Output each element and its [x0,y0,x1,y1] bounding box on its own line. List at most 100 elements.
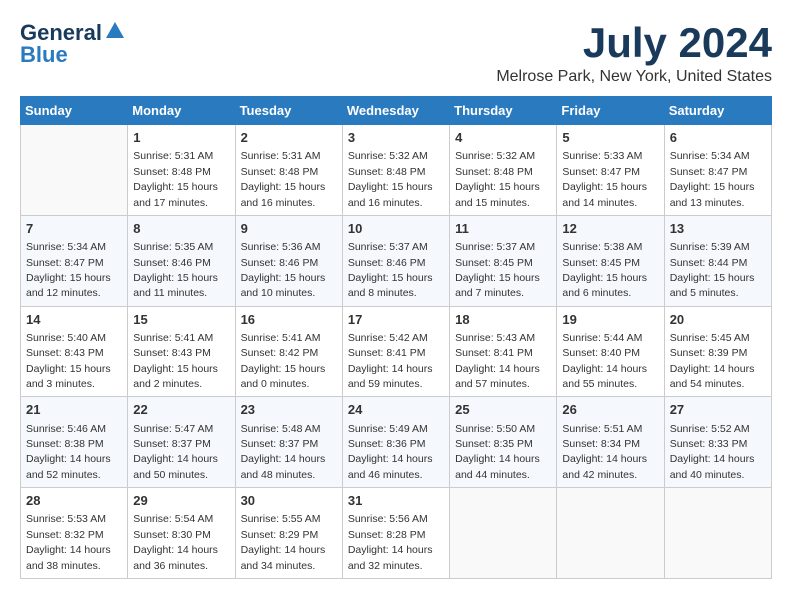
day-number: 17 [348,311,444,329]
calendar-cell: 18 Sunrise: 5:43 AMSunset: 8:41 PMDayligh… [450,306,557,397]
day-number: 28 [26,492,122,510]
calendar-cell: 15 Sunrise: 5:41 AMSunset: 8:43 PMDayligh… [128,306,235,397]
calendar-cell: 5 Sunrise: 5:33 AMSunset: 8:47 PMDaylight… [557,125,664,216]
calendar-cell: 27Sunrise: 5:52 AMSunset: 8:33 PMDayligh… [664,397,771,488]
logo-blue: Blue [20,42,68,68]
calendar-cell: 17 Sunrise: 5:42 AMSunset: 8:41 PMDayligh… [342,306,449,397]
day-info: Sunrise: 5:50 AMSunset: 8:35 PMDaylight:… [455,423,540,481]
calendar-cell: 9Sunrise: 5:36 AMSunset: 8:46 PMDaylight… [235,215,342,306]
day-number: 19 [562,311,658,329]
day-info: Sunrise: 5:37 AMSunset: 8:45 PMDaylight:… [455,241,540,299]
day-info: Sunrise: 5:46 AMSunset: 8:38 PMDaylight:… [26,423,111,481]
day-number: 23 [241,401,337,419]
day-number: 16 [241,311,337,329]
calendar-week-4: 21 Sunrise: 5:46 AMSunset: 8:38 PMDayligh… [21,397,772,488]
day-number: 2 [241,129,337,147]
calendar-week-1: 1Sunrise: 5:31 AMSunset: 8:48 PMDaylight… [21,125,772,216]
calendar-week-5: 28Sunrise: 5:53 AMSunset: 8:32 PMDayligh… [21,488,772,579]
day-info: Sunrise: 5:55 AMSunset: 8:29 PMDaylight:… [241,513,326,571]
calendar-week-3: 14Sunrise: 5:40 AMSunset: 8:43 PMDayligh… [21,306,772,397]
calendar-cell: 4 Sunrise: 5:32 AMSunset: 8:48 PMDaylight… [450,125,557,216]
day-info: Sunrise: 5:42 AMSunset: 8:41 PMDaylight:… [348,332,433,390]
day-info: Sunrise: 5:31 AMSunset: 8:48 PMDaylight:… [241,150,326,208]
day-info: Sunrise: 5:40 AMSunset: 8:43 PMDaylight:… [26,332,111,390]
day-number: 8 [133,220,229,238]
calendar-table: SundayMondayTuesdayWednesdayThursdayFrid… [20,96,772,579]
day-number: 4 [455,129,551,147]
calendar-week-2: 7 Sunrise: 5:34 AMSunset: 8:47 PMDaylight… [21,215,772,306]
day-info: Sunrise: 5:52 AMSunset: 8:33 PMDaylight:… [670,423,755,481]
day-number: 18 [455,311,551,329]
calendar-cell: 8 Sunrise: 5:35 AMSunset: 8:46 PMDaylight… [128,215,235,306]
day-number: 29 [133,492,229,510]
day-info: Sunrise: 5:32 AMSunset: 8:48 PMDaylight:… [348,150,433,208]
location: Melrose Park, New York, United States [496,68,772,86]
calendar-cell: 31 Sunrise: 5:56 AMSunset: 8:28 PMDayligh… [342,488,449,579]
day-number: 5 [562,129,658,147]
day-info: Sunrise: 5:56 AMSunset: 8:28 PMDaylight:… [348,513,433,571]
header-day-friday: Friday [557,97,664,125]
calendar-cell: 29Sunrise: 5:54 AMSunset: 8:30 PMDayligh… [128,488,235,579]
title-block: July 2024 Melrose Park, New York, United… [496,20,772,86]
day-number: 6 [670,129,766,147]
day-info: Sunrise: 5:32 AMSunset: 8:48 PMDaylight:… [455,150,540,208]
day-info: Sunrise: 5:48 AMSunset: 8:37 PMDaylight:… [241,423,326,481]
day-number: 21 [26,401,122,419]
day-number: 22 [133,401,229,419]
calendar-cell: 11 Sunrise: 5:37 AMSunset: 8:45 PMDayligh… [450,215,557,306]
day-number: 10 [348,220,444,238]
day-info: Sunrise: 5:31 AMSunset: 8:48 PMDaylight:… [133,150,218,208]
day-info: Sunrise: 5:33 AMSunset: 8:47 PMDaylight:… [562,150,647,208]
day-number: 30 [241,492,337,510]
calendar-cell: 24 Sunrise: 5:49 AMSunset: 8:36 PMDayligh… [342,397,449,488]
calendar-cell: 30 Sunrise: 5:55 AMSunset: 8:29 PMDayligh… [235,488,342,579]
header-day-thursday: Thursday [450,97,557,125]
calendar-cell: 12 Sunrise: 5:38 AMSunset: 8:45 PMDayligh… [557,215,664,306]
day-info: Sunrise: 5:51 AMSunset: 8:34 PMDaylight:… [562,423,647,481]
calendar-cell: 7 Sunrise: 5:34 AMSunset: 8:47 PMDaylight… [21,215,128,306]
day-info: Sunrise: 5:34 AMSunset: 8:47 PMDaylight:… [26,241,111,299]
day-number: 20 [670,311,766,329]
day-info: Sunrise: 5:41 AMSunset: 8:43 PMDaylight:… [133,332,218,390]
calendar-body: 1Sunrise: 5:31 AMSunset: 8:48 PMDaylight… [21,125,772,579]
page-header: General Blue July 2024 Melrose Park, New… [20,20,772,86]
day-info: Sunrise: 5:43 AMSunset: 8:41 PMDaylight:… [455,332,540,390]
day-number: 26 [562,401,658,419]
calendar-cell: 10Sunrise: 5:37 AMSunset: 8:46 PMDayligh… [342,215,449,306]
logo-icon [104,20,126,42]
day-info: Sunrise: 5:34 AMSunset: 8:47 PMDaylight:… [670,150,755,208]
day-number: 9 [241,220,337,238]
day-number: 13 [670,220,766,238]
day-info: Sunrise: 5:38 AMSunset: 8:45 PMDaylight:… [562,241,647,299]
day-number: 25 [455,401,551,419]
day-info: Sunrise: 5:41 AMSunset: 8:42 PMDaylight:… [241,332,326,390]
calendar-cell: 14Sunrise: 5:40 AMSunset: 8:43 PMDayligh… [21,306,128,397]
calendar-cell: 22 Sunrise: 5:47 AMSunset: 8:37 PMDayligh… [128,397,235,488]
calendar-cell: 25 Sunrise: 5:50 AMSunset: 8:35 PMDayligh… [450,397,557,488]
header-day-sunday: Sunday [21,97,128,125]
calendar-cell: 6 Sunrise: 5:34 AMSunset: 8:47 PMDaylight… [664,125,771,216]
day-info: Sunrise: 5:35 AMSunset: 8:46 PMDaylight:… [133,241,218,299]
calendar-cell: 28Sunrise: 5:53 AMSunset: 8:32 PMDayligh… [21,488,128,579]
calendar-cell [664,488,771,579]
day-info: Sunrise: 5:39 AMSunset: 8:44 PMDaylight:… [670,241,755,299]
day-info: Sunrise: 5:49 AMSunset: 8:36 PMDaylight:… [348,423,433,481]
day-number: 7 [26,220,122,238]
calendar-cell [450,488,557,579]
day-number: 11 [455,220,551,238]
calendar-header: SundayMondayTuesdayWednesdayThursdayFrid… [21,97,772,125]
logo: General Blue [20,20,126,68]
calendar-cell: 13 Sunrise: 5:39 AMSunset: 8:44 PMDayligh… [664,215,771,306]
header-day-monday: Monday [128,97,235,125]
calendar-cell: 16 Sunrise: 5:41 AMSunset: 8:42 PMDayligh… [235,306,342,397]
day-number: 15 [133,311,229,329]
calendar-cell [21,125,128,216]
calendar-cell: 2 Sunrise: 5:31 AMSunset: 8:48 PMDaylight… [235,125,342,216]
day-number: 24 [348,401,444,419]
day-number: 12 [562,220,658,238]
calendar-cell: 19Sunrise: 5:44 AMSunset: 8:40 PMDayligh… [557,306,664,397]
day-info: Sunrise: 5:45 AMSunset: 8:39 PMDaylight:… [670,332,755,390]
day-number: 31 [348,492,444,510]
calendar-cell: 1Sunrise: 5:31 AMSunset: 8:48 PMDaylight… [128,125,235,216]
day-info: Sunrise: 5:47 AMSunset: 8:37 PMDaylight:… [133,423,218,481]
